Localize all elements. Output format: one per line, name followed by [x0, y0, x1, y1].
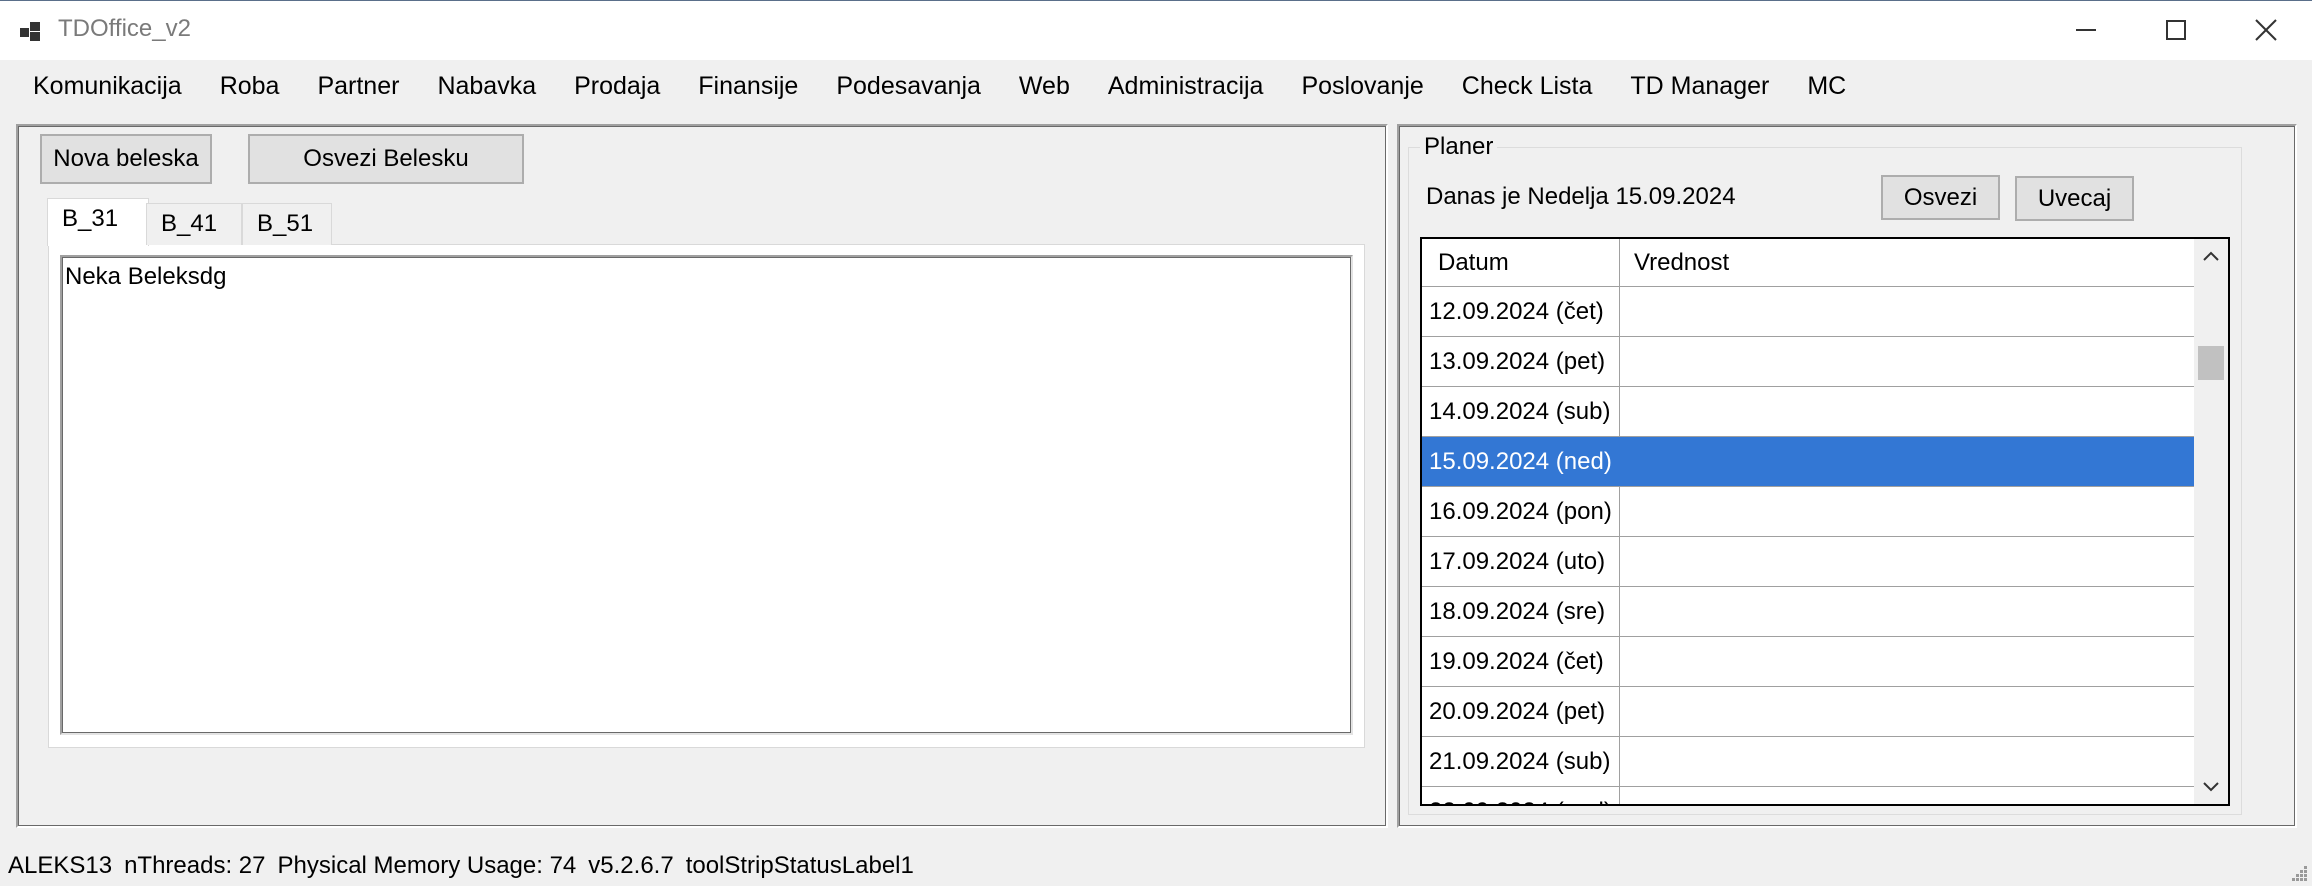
- scroll-thumb[interactable]: [2198, 346, 2224, 380]
- menu-finansije[interactable]: Finansije: [679, 62, 817, 110]
- close-button[interactable]: [2220, 1, 2312, 59]
- menu-komunikacija[interactable]: Komunikacija: [14, 62, 201, 110]
- cell-datum[interactable]: 18.09.2024 (sre): [1422, 587, 1620, 636]
- menu-prodaja[interactable]: Prodaja: [555, 62, 679, 110]
- cell-datum[interactable]: 20.09.2024 (pet): [1422, 687, 1620, 736]
- tab-b41[interactable]: B_41: [146, 203, 242, 245]
- cell-datum[interactable]: 12.09.2024 (čet): [1422, 287, 1620, 336]
- status-version: v5.2.6.7: [588, 851, 674, 879]
- planner-zoom-button[interactable]: Uvecaj: [2015, 176, 2134, 221]
- planner-title: Planer: [1420, 133, 1498, 161]
- cell-vrednost[interactable]: [1620, 287, 2194, 336]
- cell-vrednost[interactable]: [1620, 437, 2194, 486]
- scroll-down-button[interactable]: [2194, 770, 2228, 804]
- table-row[interactable]: 16.09.2024 (pon): [1422, 487, 2194, 537]
- cell-vrednost[interactable]: [1620, 487, 2194, 536]
- table-row[interactable]: 12.09.2024 (čet): [1422, 287, 2194, 337]
- cell-vrednost[interactable]: [1620, 787, 2194, 804]
- app-icon: [20, 22, 40, 41]
- table-row[interactable]: 15.09.2024 (ned): [1422, 437, 2194, 487]
- cell-vrednost[interactable]: [1620, 687, 2194, 736]
- cell-datum[interactable]: 16.09.2024 (pon): [1422, 487, 1620, 536]
- menu-administracija[interactable]: Administracija: [1089, 62, 1283, 110]
- column-header-datum[interactable]: Datum: [1422, 239, 1620, 286]
- minimize-icon: [2076, 29, 2096, 31]
- menu-partner[interactable]: Partner: [298, 62, 418, 110]
- cell-datum[interactable]: 13.09.2024 (pet): [1422, 337, 1620, 386]
- menu-td-manager[interactable]: TD Manager: [1611, 62, 1788, 110]
- maximize-icon: [2166, 20, 2186, 40]
- status-label: toolStripStatusLabel1: [685, 851, 914, 879]
- maximize-button[interactable]: [2130, 1, 2222, 59]
- scroll-up-button[interactable]: [2194, 239, 2228, 273]
- status-user: ALEKS13: [8, 851, 113, 879]
- cell-vrednost[interactable]: [1620, 587, 2194, 636]
- planner-refresh-button[interactable]: Osvezi: [1881, 175, 2000, 220]
- tab-b31[interactable]: B_31: [47, 198, 149, 246]
- status-memory: Physical Memory Usage: 74: [277, 851, 577, 879]
- cell-datum[interactable]: 22.09.2024 (ned): [1422, 787, 1620, 804]
- chevron-down-icon: [2203, 782, 2219, 792]
- title-bar: TDOffice_v2: [0, 0, 2312, 60]
- table-row[interactable]: 22.09.2024 (ned): [1422, 787, 2194, 804]
- planner-grid: Datum Vrednost 12.09.2024 (čet) 13.09.202…: [1420, 237, 2230, 806]
- refresh-note-button[interactable]: Osvezi Belesku: [248, 134, 524, 184]
- cell-datum[interactable]: 14.09.2024 (sub): [1422, 387, 1620, 436]
- cell-datum[interactable]: 15.09.2024 (ned): [1422, 437, 1620, 486]
- window-title: TDOffice_v2: [58, 15, 191, 42]
- today-label: Danas je Nedelja 15.09.2024: [1426, 183, 1736, 210]
- column-header-vrednost[interactable]: Vrednost: [1620, 239, 2194, 286]
- menu-mc[interactable]: MC: [1788, 62, 1865, 110]
- cell-datum[interactable]: 17.09.2024 (uto): [1422, 537, 1620, 586]
- table-row[interactable]: 13.09.2024 (pet): [1422, 337, 2194, 387]
- table-row[interactable]: 17.09.2024 (uto): [1422, 537, 2194, 587]
- cell-datum[interactable]: 21.09.2024 (sub): [1422, 737, 1620, 786]
- grid-rows: 12.09.2024 (čet) 13.09.2024 (pet) 14.09.20…: [1422, 287, 2194, 804]
- grid-vertical-scrollbar[interactable]: [2194, 239, 2228, 804]
- resize-grip-icon[interactable]: [2288, 862, 2308, 882]
- table-row[interactable]: 18.09.2024 (sre): [1422, 587, 2194, 637]
- new-note-button[interactable]: Nova beleska: [40, 134, 212, 184]
- cell-vrednost[interactable]: [1620, 737, 2194, 786]
- cell-vrednost[interactable]: [1620, 337, 2194, 386]
- cell-datum[interactable]: 19.09.2024 (čet): [1422, 637, 1620, 686]
- menu-web[interactable]: Web: [1000, 62, 1089, 110]
- minimize-button[interactable]: [2040, 1, 2132, 59]
- status-threads: nThreads: 27: [124, 851, 266, 879]
- menu-bar: Komunikacija Roba Partner Nabavka Prodaj…: [0, 60, 2312, 112]
- menu-check-lista[interactable]: Check Lista: [1443, 62, 1612, 110]
- table-row[interactable]: 21.09.2024 (sub): [1422, 737, 2194, 787]
- chevron-up-icon: [2203, 251, 2219, 261]
- table-row[interactable]: 14.09.2024 (sub): [1422, 387, 2194, 437]
- menu-nabavka[interactable]: Nabavka: [418, 62, 555, 110]
- cell-vrednost[interactable]: [1620, 387, 2194, 436]
- tab-b51[interactable]: B_51: [242, 203, 332, 245]
- grid-header: Datum Vrednost: [1422, 239, 2194, 287]
- table-row[interactable]: 19.09.2024 (čet): [1422, 637, 2194, 687]
- status-bar: ALEKS13 nThreads: 27 Physical Memory Usa…: [0, 845, 2312, 886]
- cell-vrednost[interactable]: [1620, 537, 2194, 586]
- menu-roba[interactable]: Roba: [201, 62, 299, 110]
- close-icon: [2255, 19, 2277, 41]
- table-row[interactable]: 20.09.2024 (pet): [1422, 687, 2194, 737]
- cell-vrednost[interactable]: [1620, 637, 2194, 686]
- menu-poslovanje[interactable]: Poslovanje: [1282, 62, 1442, 110]
- menu-podesavanja[interactable]: Podesavanja: [817, 62, 1000, 110]
- note-textbox[interactable]: Neka Beleksdg: [60, 255, 1353, 735]
